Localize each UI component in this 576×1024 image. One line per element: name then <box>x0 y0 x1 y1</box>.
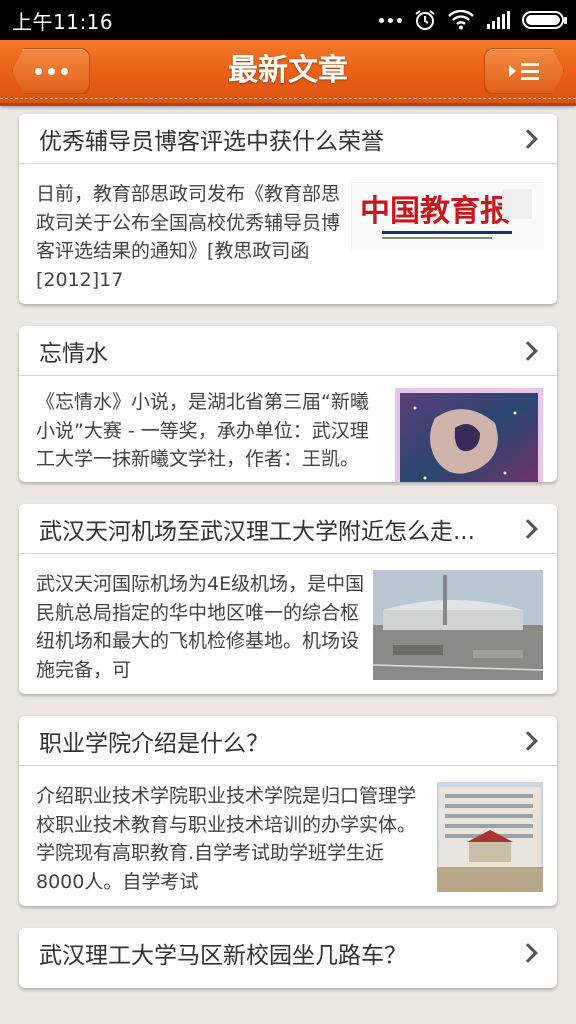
signal-icon <box>487 11 510 29</box>
article-summary: 武汉天河国际机场为4E级机场，是中国民航总局指定的华中地区唯一的综合枢纽机场和最… <box>36 573 365 680</box>
article-thumbnail: 中国教育报 <box>351 182 544 251</box>
menu-list-icon <box>509 63 539 80</box>
app-bar: 最新文章 <box>0 40 576 106</box>
status-bar: 上午11:16 <box>0 0 576 40</box>
article-card-body[interactable]: 《忘情水》小说，是湖北省第三届“新曦小说”大赛 - 一等奖，承办单位：武汉理工大… <box>19 376 557 482</box>
article-card[interactable]: 武汉理工大学马区新校园坐几路车？ <box>19 928 557 988</box>
article-card-header[interactable]: 忘情水 <box>19 326 557 376</box>
article-card-body[interactable]: 介绍职业技术学院职业技术学院是归口管理学校职业技术教育与职业技术培训的办学实体。… <box>19 766 557 906</box>
article-card[interactable]: 忘情水 《忘情水》小说，是湖北省第三届“新曦小说”大赛 - 一等奖，承办单位：武… <box>19 326 557 482</box>
article-thumbnail <box>437 782 543 892</box>
article-card-header[interactable]: 优秀辅导员博客评选中获什么荣誉 <box>19 114 557 164</box>
battery-icon <box>522 11 567 29</box>
article-card-body[interactable]: 武汉天河国际机场为4E级机场，是中国民航总局指定的华中地区唯一的综合枢纽机场和最… <box>19 554 557 694</box>
logo-text: 中国教育报 <box>360 194 510 229</box>
article-thumbnail <box>395 388 543 482</box>
status-icons <box>379 9 567 31</box>
thumb-image <box>372 570 544 680</box>
chevron-right-icon <box>518 730 538 751</box>
article-title: 忘情水 <box>39 340 108 367</box>
chevron-right-icon <box>518 340 538 361</box>
article-summary: 《忘情水》小说，是湖北省第三届“新曦小说”大赛 - 一等奖，承办单位：武汉理工大… <box>36 391 369 468</box>
article-card[interactable]: 职业学院介绍是什么？ 介绍职业技术学院职业技术学院是归口管理学校职业技术教育与职… <box>19 716 557 906</box>
article-title: 优秀辅导员博客评选中获什么荣誉 <box>39 128 384 155</box>
article-summary: 介绍职业技术学院职业技术学院是归口管理学校职业技术教育与职业技术培训的办学实体。… <box>36 785 417 892</box>
chevron-right-icon <box>518 943 538 963</box>
article-title: 武汉理工大学马区新校园坐几路车？ <box>39 943 407 969</box>
article-card-header[interactable]: 职业学院介绍是什么？ <box>19 716 557 766</box>
newspaper-logo: 中国教育报 <box>352 183 544 251</box>
article-title: 职业学院介绍是什么？ <box>39 730 269 757</box>
article-list: 优秀辅导员博客评选中获什么荣誉 日前，教育部思政司发布《教育部思政司关于公布全国… <box>19 114 557 1010</box>
menu-button[interactable] <box>484 48 564 94</box>
thumb-image <box>437 782 543 892</box>
article-card-header[interactable]: 武汉理工大学马区新校园坐几路车？ <box>19 928 557 978</box>
chevron-right-icon <box>518 128 538 149</box>
article-card[interactable]: 优秀辅导员博客评选中获什么荣誉 日前，教育部思政司发布《教育部思政司关于公布全国… <box>19 114 557 304</box>
status-time: 上午11:16 <box>12 9 114 34</box>
article-card-body[interactable]: 日前，教育部思政司发布《教育部思政司关于公布全国高校优秀辅导员博客评选结果的通知… <box>19 164 557 304</box>
wifi-icon <box>448 10 474 30</box>
article-card[interactable]: 武汉天河机场至武汉理工大学附近怎么走... 武汉天河国际机场为4E级机场，是中国… <box>19 504 557 694</box>
thumb-image <box>395 388 543 482</box>
article-summary: 日前，教育部思政司发布《教育部思政司关于公布全国高校优秀辅导员博客评选结果的通知… <box>36 183 341 290</box>
chevron-right-icon <box>518 518 538 539</box>
more-notifications-icon <box>379 17 402 23</box>
article-card-header[interactable]: 武汉天河机场至武汉理工大学附近怎么走... <box>19 504 557 554</box>
article-title: 武汉天河机场至武汉理工大学附近怎么走... <box>39 518 475 545</box>
alarm-icon <box>415 10 435 30</box>
article-thumbnail <box>372 570 544 680</box>
